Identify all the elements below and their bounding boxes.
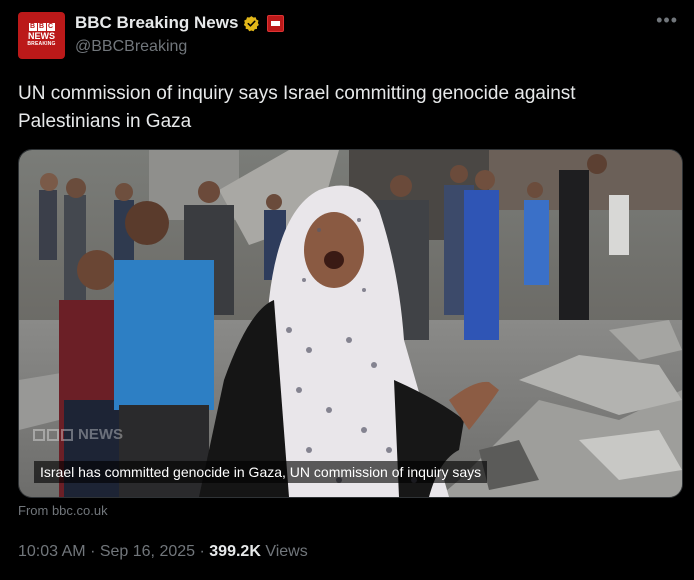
tweet-media[interactable]: NEWS Israel has committed genocide in Ga… <box>18 149 683 498</box>
meta-separator: · <box>199 543 205 560</box>
tweet-time[interactable]: 10:03 AM <box>18 543 86 560</box>
avatar[interactable]: B B C NEWS BREAKING <box>18 12 65 59</box>
media-caption: Israel has committed genocide in Gaza, U… <box>34 461 488 483</box>
handle[interactable]: @BBCBreaking <box>75 38 187 56</box>
bbc-letter: C <box>46 23 55 31</box>
watermark-text: NEWS <box>78 426 123 443</box>
avatar-breaking-label: BREAKING <box>27 41 56 47</box>
affiliate-badge-icon[interactable] <box>267 14 285 32</box>
bbc-letter: B <box>37 23 46 31</box>
meta-separator: · <box>90 543 96 560</box>
author-name-row: BBC Breaking News <box>75 13 285 33</box>
display-name[interactable]: BBC Breaking News <box>75 13 238 33</box>
avatar-news-label: NEWS <box>28 31 55 41</box>
more-horizontal-icon[interactable]: ••• <box>656 10 678 31</box>
verified-badge-icon[interactable] <box>243 15 260 32</box>
tweet-meta: 10:03 AM · Sep 16, 2025 · 399.2K Views <box>18 543 308 561</box>
news-photo <box>19 150 682 497</box>
bbc-news-watermark: NEWS <box>33 426 123 443</box>
link-source[interactable]: From bbc.co.uk <box>18 503 108 518</box>
tweet-date[interactable]: Sep 16, 2025 <box>100 543 195 560</box>
bbc-letter: B <box>28 23 37 31</box>
tweet-text: UN commission of inquiry says Israel com… <box>18 83 576 132</box>
views-label: Views <box>265 543 308 560</box>
bbc-logo: B B C <box>28 23 55 31</box>
views-count[interactable]: 399.2K <box>209 543 261 560</box>
